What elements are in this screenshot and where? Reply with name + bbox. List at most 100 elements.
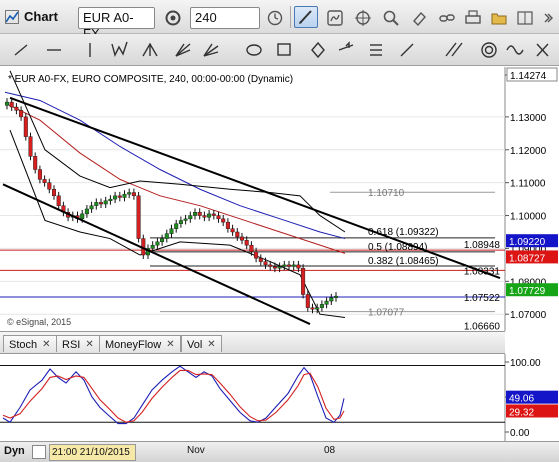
- candle-up: [108, 198, 113, 201]
- close-icon[interactable]: ✕: [42, 339, 50, 350]
- trendline-icon[interactable]: [14, 44, 28, 56]
- candle-down: [287, 264, 292, 267]
- tab-label: RSI: [62, 338, 81, 351]
- stoch-badge-red: 29.32: [509, 407, 534, 418]
- parallel-lines-icon[interactable]: [445, 42, 463, 57]
- candle-up: [291, 264, 296, 267]
- main-toolbar: Chart EUR A0-FX 240: [0, 0, 559, 41]
- tile-windows-icon[interactable]: [514, 7, 536, 29]
- candle-up: [183, 218, 188, 221]
- interval-menu-icon[interactable]: [264, 7, 286, 29]
- tab-vol[interactable]: Vol ✕: [181, 335, 222, 352]
- fib-label-618: 0.618 (1.09322): [368, 227, 439, 238]
- candle-up: [315, 307, 320, 310]
- candle-down: [23, 116, 28, 137]
- candle-down: [263, 261, 268, 266]
- zoom-icon[interactable]: [380, 7, 402, 29]
- candle-up: [319, 304, 324, 308]
- mode-label[interactable]: Dyn: [4, 445, 25, 457]
- price-axis-label: 1.14274: [510, 71, 547, 82]
- candle-down: [221, 218, 226, 223]
- level-label-107077: 1.07077: [368, 308, 405, 319]
- app-title: Chart: [24, 9, 58, 24]
- candle-up: [127, 192, 132, 195]
- fib-label-5: 0.5 (1.08894): [368, 242, 428, 253]
- candle-down: [258, 258, 263, 262]
- level-label-108331: 1.08331: [464, 266, 501, 277]
- eraser-icon[interactable]: [408, 7, 430, 29]
- candle-down: [225, 221, 230, 229]
- diamond-icon[interactable]: [311, 41, 325, 59]
- stoch-badge-blue: 49.06: [509, 394, 534, 405]
- symbol-input[interactable]: EUR A0-FX: [78, 7, 155, 41]
- pencil-icon: [299, 10, 312, 24]
- candle-up: [122, 193, 127, 198]
- fibonacci-fan-icon[interactable]: [203, 43, 219, 57]
- crosshair-icon[interactable]: [352, 7, 374, 29]
- gann-fan-icon[interactable]: [175, 43, 191, 57]
- candle-up: [282, 264, 287, 267]
- text-tool-icon[interactable]: [536, 43, 549, 57]
- price-chart-panel[interactable]: 1.14274 1.13000 1.12000 1.11000 1.10000 1.090…: [0, 67, 559, 332]
- candle-up: [207, 213, 212, 218]
- andrews-pitchfork-icon[interactable]: [142, 42, 158, 57]
- candle-down: [211, 213, 216, 216]
- candle-down: [301, 267, 306, 295]
- candle-down: [235, 231, 240, 238]
- wave-pattern-icon[interactable]: [111, 41, 128, 57]
- candle-down: [197, 212, 202, 216]
- candle-up: [334, 295, 339, 298]
- time-axis-bar: Dyn 21:00 21/10/2015 Nov 08: [0, 441, 559, 462]
- tab-stoch[interactable]: Stoch ✕: [3, 335, 57, 352]
- close-icon[interactable]: ✕: [207, 339, 215, 350]
- price-badge-green: 1.07729: [509, 286, 546, 297]
- stochastic-panel[interactable]: 100.0050.000.0049.0629.32: [0, 354, 559, 441]
- candle-down: [202, 215, 207, 218]
- candle-down: [216, 215, 221, 220]
- price-badge-red: 1.08727: [509, 253, 546, 264]
- open-folder-icon[interactable]: [488, 7, 510, 29]
- ruler-icon[interactable]: [400, 43, 414, 57]
- close-icon[interactable]: ✕: [166, 339, 174, 350]
- study-tab-bar: Stoch ✕ RSI ✕ MoneyFlow ✕ Vol ✕: [0, 331, 505, 354]
- candle-up: [80, 213, 85, 220]
- candle-up: [94, 202, 99, 206]
- candle-up: [84, 208, 89, 215]
- mode-toggle-checkbox[interactable]: [32, 445, 46, 459]
- candle-down: [310, 307, 315, 310]
- candle-up: [188, 215, 193, 220]
- symbol-settings-icon[interactable]: [162, 7, 184, 29]
- link-chain-icon[interactable]: [436, 7, 458, 29]
- candle-down: [136, 195, 141, 239]
- candle-up: [277, 266, 282, 269]
- candle-up: [178, 220, 183, 224]
- candle-down: [268, 264, 273, 267]
- tab-rsi[interactable]: RSI ✕: [56, 335, 100, 352]
- candle-down: [230, 228, 235, 233]
- draw-tool-button[interactable]: [294, 6, 318, 28]
- candle-down: [239, 236, 244, 241]
- fibonacci-retracement-icon[interactable]: [370, 44, 382, 56]
- candle-down: [19, 110, 24, 118]
- candle-down: [28, 136, 33, 157]
- level-label-108948: 1.08948: [464, 240, 501, 251]
- chart-window-icon[interactable]: [4, 9, 20, 25]
- cursor-date-readout: 21:00 21/10/2015: [49, 444, 136, 461]
- candle-down: [9, 101, 14, 108]
- candle-down: [244, 240, 249, 246]
- tab-moneyflow[interactable]: MoneyFlow ✕: [99, 335, 181, 352]
- print-icon[interactable]: [462, 7, 484, 29]
- watermark: © eSignal, 2015: [7, 317, 72, 327]
- target-circle-icon[interactable]: [481, 42, 497, 58]
- ellipse-icon[interactable]: [246, 44, 262, 56]
- interval-input[interactable]: 240: [190, 7, 260, 29]
- tab-label: Stoch: [9, 338, 38, 351]
- x-label-nov: Nov: [187, 445, 205, 456]
- link-icon[interactable]: [324, 7, 346, 29]
- sine-wave-icon[interactable]: [506, 45, 524, 55]
- close-icon[interactable]: ✕: [85, 339, 93, 350]
- rectangle-icon[interactable]: [277, 43, 291, 56]
- channel-icon[interactable]: [338, 41, 354, 51]
- more-icon[interactable]: [540, 7, 556, 29]
- candle-down: [305, 294, 310, 308]
